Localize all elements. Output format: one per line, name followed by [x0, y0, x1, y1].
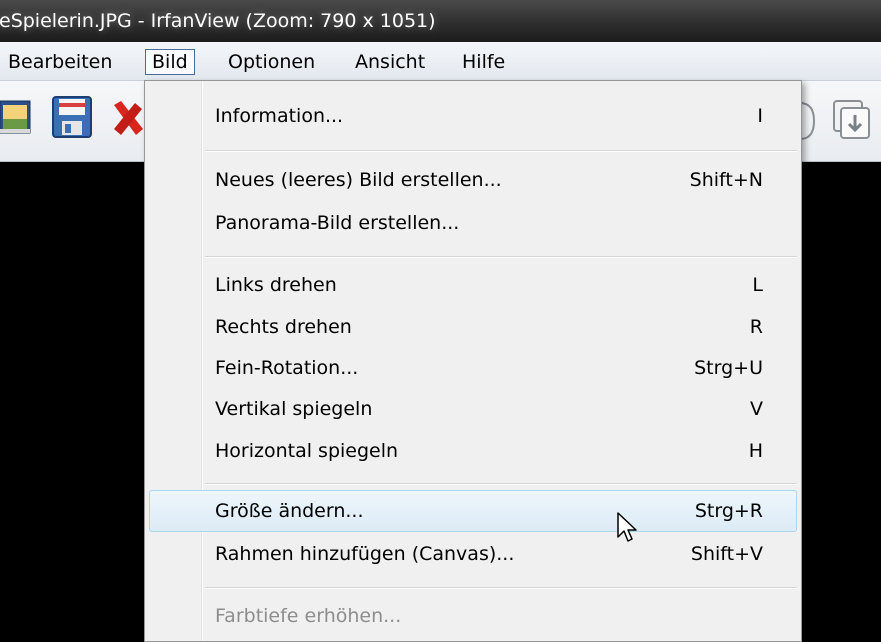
menu-item-shortcut: Strg+U — [694, 357, 763, 379]
menu-item-links-drehen[interactable]: Links drehen L — [149, 264, 797, 306]
menu-item-label: Neues (leeres) Bild erstellen... — [215, 169, 502, 191]
menu-optionen[interactable]: Optionen — [222, 49, 321, 75]
menu-item-shortcut: Strg+R — [694, 500, 763, 522]
menu-separator — [205, 587, 797, 589]
image-icon[interactable] — [0, 99, 34, 141]
menu-item-fein-rotation[interactable]: Fein-Rotation... Strg+U — [149, 347, 797, 389]
save-icon[interactable] — [51, 95, 93, 143]
menu-item-label: Vertikal spiegeln — [215, 398, 373, 420]
menu-item-label: Fein-Rotation... — [215, 357, 359, 379]
menu-item-label: Größe ändern... — [215, 500, 364, 522]
menu-item-vertikal-spiegeln[interactable]: Vertikal spiegeln V — [149, 388, 797, 430]
menu-item-shortcut: Shift+N — [689, 169, 763, 191]
menu-item-information[interactable]: Information... I — [149, 95, 797, 137]
menu-separator — [205, 150, 797, 152]
menu-item-panorama[interactable]: Panorama-Bild erstellen... — [149, 202, 797, 244]
menu-separator — [205, 256, 797, 258]
delete-icon[interactable] — [111, 99, 145, 143]
menu-separator — [205, 483, 797, 485]
copy-pages-icon[interactable] — [832, 99, 872, 145]
menu-item-label: Farbtiefe erhöhen... — [215, 605, 402, 627]
menu-item-shortcut: R — [749, 316, 763, 338]
menu-item-rahmen-hinzufuegen[interactable]: Rahmen hinzufügen (Canvas)... Shift+V — [149, 533, 797, 575]
menu-item-label: Rahmen hinzufügen (Canvas)... — [215, 543, 515, 565]
menu-item-label: Rechts drehen — [215, 316, 352, 338]
title-bar: eSpielerin.JPG - IrfanView (Zoom: 790 x … — [0, 0, 881, 42]
menu-item-label: Information... — [215, 105, 344, 127]
menu-item-neues-bild[interactable]: Neues (leeres) Bild erstellen... Shift+N — [149, 159, 797, 201]
menu-item-label: Panorama-Bild erstellen... — [215, 212, 460, 234]
menu-item-shortcut: Shift+V — [690, 543, 763, 565]
menu-item-shortcut: I — [757, 105, 763, 127]
bild-dropdown-menu: Information... I Neues (leeres) Bild ers… — [144, 80, 802, 642]
menu-item-shortcut: V — [750, 398, 763, 420]
menu-item-horizontal-spiegeln[interactable]: Horizontal spiegeln H — [149, 430, 797, 472]
toolbar-button-edge-icon[interactable] — [799, 101, 818, 145]
menu-item-farbtiefe-erhoehen[interactable]: Farbtiefe erhöhen... — [149, 595, 797, 637]
menu-hilfe[interactable]: Hilfe — [456, 49, 511, 75]
menu-item-label: Horizontal spiegeln — [215, 440, 399, 462]
menu-bearbeiten[interactable]: Bearbeiten — [2, 49, 118, 75]
menu-item-label: Links drehen — [215, 274, 337, 296]
menu-item-groesse-aendern[interactable]: Größe ändern... Strg+R — [149, 490, 797, 532]
window-title: eSpielerin.JPG - IrfanView (Zoom: 790 x … — [0, 10, 436, 32]
menu-bild[interactable]: Bild — [145, 49, 195, 75]
menu-ansicht[interactable]: Ansicht — [349, 49, 431, 75]
menu-bar: Bearbeiten Bild Optionen Ansicht Hilfe — [0, 42, 881, 81]
mouse-cursor-icon — [617, 512, 639, 550]
menu-item-shortcut: H — [748, 440, 763, 462]
menu-item-rechts-drehen[interactable]: Rechts drehen R — [149, 306, 797, 348]
menu-item-shortcut: L — [752, 274, 763, 296]
